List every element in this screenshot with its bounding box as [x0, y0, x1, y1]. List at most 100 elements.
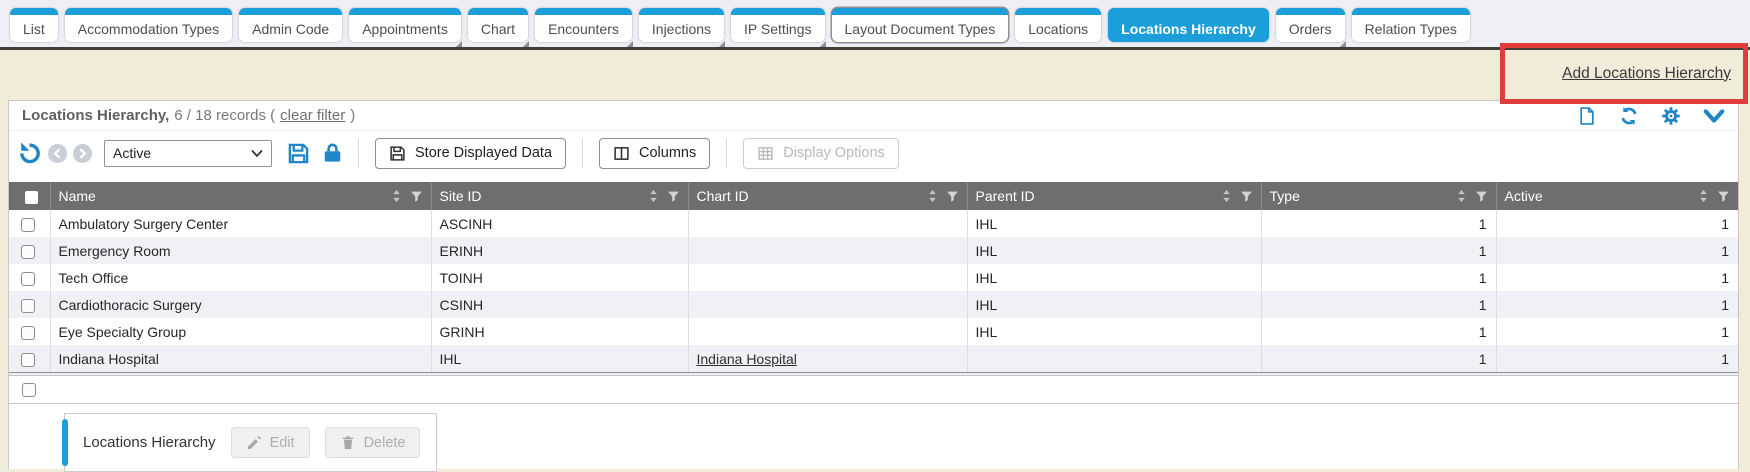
store-displayed-data-label: Store Displayed Data — [415, 145, 552, 161]
save-filter-icon[interactable] — [287, 142, 310, 165]
chart-id-link[interactable]: Indiana Hospital — [697, 351, 797, 367]
row-checkbox[interactable] — [21, 326, 35, 340]
table-row[interactable]: Cardiothoracic SurgeryCSINHIHL11 — [9, 291, 1738, 318]
delete-button: Delete — [325, 427, 421, 458]
cell-type: 1 — [1261, 237, 1496, 264]
lock-icon[interactable] — [323, 142, 342, 164]
tab-encounters[interactable]: Encounters — [535, 8, 632, 42]
display-options-button: Display Options — [743, 138, 899, 169]
panel-header: Locations Hierarchy, 6 / 18 records ( cl… — [9, 101, 1738, 131]
table-row[interactable]: Eye Specialty GroupGRINHIHL11 — [9, 318, 1738, 345]
tab-ip-settings[interactable]: IP Settings — [731, 8, 824, 42]
filter-icon[interactable] — [1475, 190, 1488, 203]
tab-layout-document-types[interactable]: Layout Document Types — [832, 8, 1009, 42]
cell-chart-id — [688, 291, 967, 318]
cell-parent-id: IHL — [967, 264, 1261, 291]
edit-button: Edit — [231, 427, 310, 458]
sort-icon[interactable] — [648, 189, 659, 203]
columns-button[interactable]: Columns — [599, 138, 710, 169]
cell-type: 1 — [1261, 291, 1496, 318]
undo-icon[interactable] — [18, 141, 42, 165]
grid-toolbar: Active Store Displayed Data Columns Disp… — [9, 131, 1738, 175]
tab-relation-types[interactable]: Relation Types — [1352, 8, 1470, 42]
locations-hierarchy-panel: Locations Hierarchy, 6 / 18 records ( cl… — [8, 100, 1739, 469]
clear-filter-link[interactable]: clear filter — [280, 107, 345, 124]
tab-injections[interactable]: Injections — [639, 8, 724, 42]
records-count: 6 / 18 records ( — [174, 107, 275, 124]
row-checkbox[interactable] — [21, 353, 35, 367]
row-checkbox[interactable] — [21, 299, 35, 313]
toolbar-divider — [582, 138, 583, 168]
trash-icon — [340, 435, 356, 451]
next-record-button[interactable] — [73, 144, 92, 163]
cell-chart-id — [688, 210, 967, 237]
sort-icon[interactable] — [1698, 189, 1709, 203]
selection-card-title: Locations Hierarchy — [83, 434, 216, 451]
store-displayed-data-button[interactable]: Store Displayed Data — [375, 138, 566, 169]
columns-label: Columns — [639, 145, 696, 161]
column-header-site-id[interactable]: Site ID — [431, 182, 688, 210]
tab-chart[interactable]: Chart — [468, 8, 528, 42]
cell-site-id: GRINH — [431, 318, 688, 345]
tab-list[interactable]: List — [10, 8, 58, 42]
tab-locations-hierarchy[interactable]: Locations Hierarchy — [1108, 8, 1269, 42]
tab-locations[interactable]: Locations — [1015, 8, 1101, 42]
column-header-active[interactable]: Active — [1496, 182, 1738, 210]
pencil-icon — [246, 435, 262, 451]
chevron-down-icon[interactable] — [1703, 108, 1725, 124]
column-header-name[interactable]: Name — [50, 182, 431, 210]
filter-icon[interactable] — [667, 190, 680, 203]
column-header-parent-id[interactable]: Parent ID — [967, 182, 1261, 210]
footer-checkbox[interactable] — [22, 383, 36, 397]
row-checkbox[interactable] — [21, 245, 35, 259]
cell-active: 1 — [1496, 210, 1738, 237]
cell-site-id: TOINH — [431, 264, 688, 291]
table-row[interactable]: Tech OfficeTOINHIHL11 — [9, 264, 1738, 291]
sort-icon[interactable] — [1221, 189, 1232, 203]
cell-site-id: ERINH — [431, 237, 688, 264]
row-checkbox[interactable] — [21, 218, 35, 232]
cell-chart-id — [688, 264, 967, 291]
cell-active: 1 — [1496, 318, 1738, 345]
sort-icon[interactable] — [927, 189, 938, 203]
filter-icon[interactable] — [1240, 190, 1253, 203]
cell-site-id: CSINH — [431, 291, 688, 318]
cell-active: 1 — [1496, 345, 1738, 372]
filter-icon[interactable] — [946, 190, 959, 203]
add-locations-hierarchy-link[interactable]: Add Locations Hierarchy — [1562, 65, 1731, 83]
filter-icon[interactable] — [410, 190, 423, 203]
cell-name: Emergency Room — [50, 237, 431, 264]
new-document-icon[interactable] — [1577, 106, 1597, 126]
cell-name: Indiana Hospital — [50, 345, 431, 372]
cell-parent-id: IHL — [967, 291, 1261, 318]
filter-icon[interactable] — [1717, 190, 1730, 203]
column-header-chart-id[interactable]: Chart ID — [688, 182, 967, 210]
tab-admin-code[interactable]: Admin Code — [239, 8, 342, 42]
cell-active: 1 — [1496, 264, 1738, 291]
select-all-checkbox[interactable] — [25, 191, 38, 204]
gear-icon[interactable] — [1661, 106, 1681, 126]
cell-active: 1 — [1496, 291, 1738, 318]
previous-record-button[interactable] — [48, 144, 67, 163]
table-footer-row — [9, 376, 1738, 404]
floppy-icon — [389, 145, 406, 162]
active-filter-dropdown[interactable]: Active — [104, 140, 272, 167]
table-row[interactable]: Indiana HospitalIHLIndiana Hospital11 — [9, 345, 1738, 372]
tab-accommodation-types[interactable]: Accommodation Types — [65, 8, 232, 42]
cell-parent-id: IHL — [967, 318, 1261, 345]
table-row[interactable]: Ambulatory Surgery CenterASCINHIHL11 — [9, 210, 1738, 237]
table-row[interactable]: Emergency RoomERINHIHL11 — [9, 237, 1738, 264]
table-header-row: Name Site IDChart IDParent IDType Active — [9, 182, 1738, 210]
sort-icon[interactable] — [1456, 189, 1467, 203]
row-checkbox[interactable] — [21, 272, 35, 286]
cell-name: Tech Office — [50, 264, 431, 291]
tab-orders[interactable]: Orders — [1276, 8, 1345, 42]
refresh-icon[interactable] — [1619, 106, 1639, 126]
column-header-type[interactable]: Type — [1261, 182, 1496, 210]
panel-title: Locations Hierarchy, — [22, 107, 169, 124]
column-label: Name — [59, 188, 391, 204]
cell-name: Ambulatory Surgery Center — [50, 210, 431, 237]
column-label: Active — [1505, 188, 1699, 204]
sort-icon[interactable] — [391, 189, 402, 203]
tab-appointments[interactable]: Appointments — [349, 8, 461, 42]
